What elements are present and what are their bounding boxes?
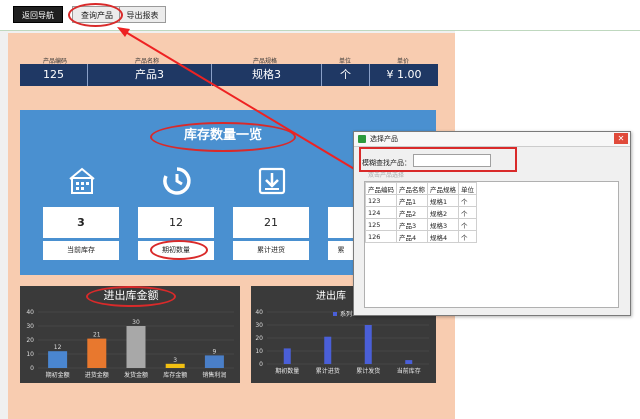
table-cell: 个 bbox=[458, 218, 477, 231]
product-list[interactable]: 产品编码 产品名称 产品规格 单位 123 产品1 规格1 个 124 产品2 … bbox=[364, 181, 619, 308]
column-header: 产品编码 bbox=[365, 182, 397, 195]
table-cell: 产品3 bbox=[396, 218, 428, 231]
table-cell: 产品4 bbox=[396, 230, 428, 243]
table-row[interactable]: 125 产品3 规格3 个 bbox=[365, 218, 477, 231]
table-cell: 产品2 bbox=[396, 206, 428, 219]
highlight-box-search bbox=[359, 147, 517, 172]
table-header-row: 产品编码 产品名称 产品规格 单位 bbox=[365, 182, 477, 195]
double-click-hint: 双击产品选择 bbox=[368, 172, 405, 179]
close-icon[interactable]: ✕ bbox=[614, 133, 628, 144]
table-cell: 124 bbox=[365, 206, 397, 219]
table-cell: 123 bbox=[365, 194, 397, 207]
app-icon bbox=[358, 135, 366, 143]
table-cell: 126 bbox=[365, 230, 397, 243]
table-cell: 125 bbox=[365, 218, 397, 231]
table-cell: 规格1 bbox=[427, 194, 459, 207]
table-cell: 规格2 bbox=[427, 206, 459, 219]
product-table: 产品编码 产品名称 产品规格 单位 123 产品1 规格1 个 124 产品2 … bbox=[365, 182, 477, 243]
table-cell: 个 bbox=[458, 206, 477, 219]
table-cell: 个 bbox=[458, 194, 477, 207]
table-cell: 规格3 bbox=[427, 218, 459, 231]
table-cell: 个 bbox=[458, 230, 477, 243]
table-row[interactable]: 123 产品1 规格1 个 bbox=[365, 194, 477, 207]
column-header: 产品名称 bbox=[396, 182, 428, 195]
dialog-title: 选择产品 bbox=[370, 135, 398, 143]
table-row[interactable]: 126 产品4 规格4 个 bbox=[365, 230, 477, 243]
dialog-titlebar: 选择产品 ✕ bbox=[354, 132, 630, 147]
select-product-dialog: 选择产品 ✕ 模糊查找产品： 双击产品选择 产品编码 产品名称 产品规格 单位 … bbox=[353, 131, 631, 316]
table-row[interactable]: 124 产品2 规格2 个 bbox=[365, 206, 477, 219]
table-cell: 规格4 bbox=[427, 230, 459, 243]
column-header: 产品规格 bbox=[427, 182, 459, 195]
table-cell: 产品1 bbox=[396, 194, 428, 207]
column-header: 单位 bbox=[458, 182, 477, 195]
